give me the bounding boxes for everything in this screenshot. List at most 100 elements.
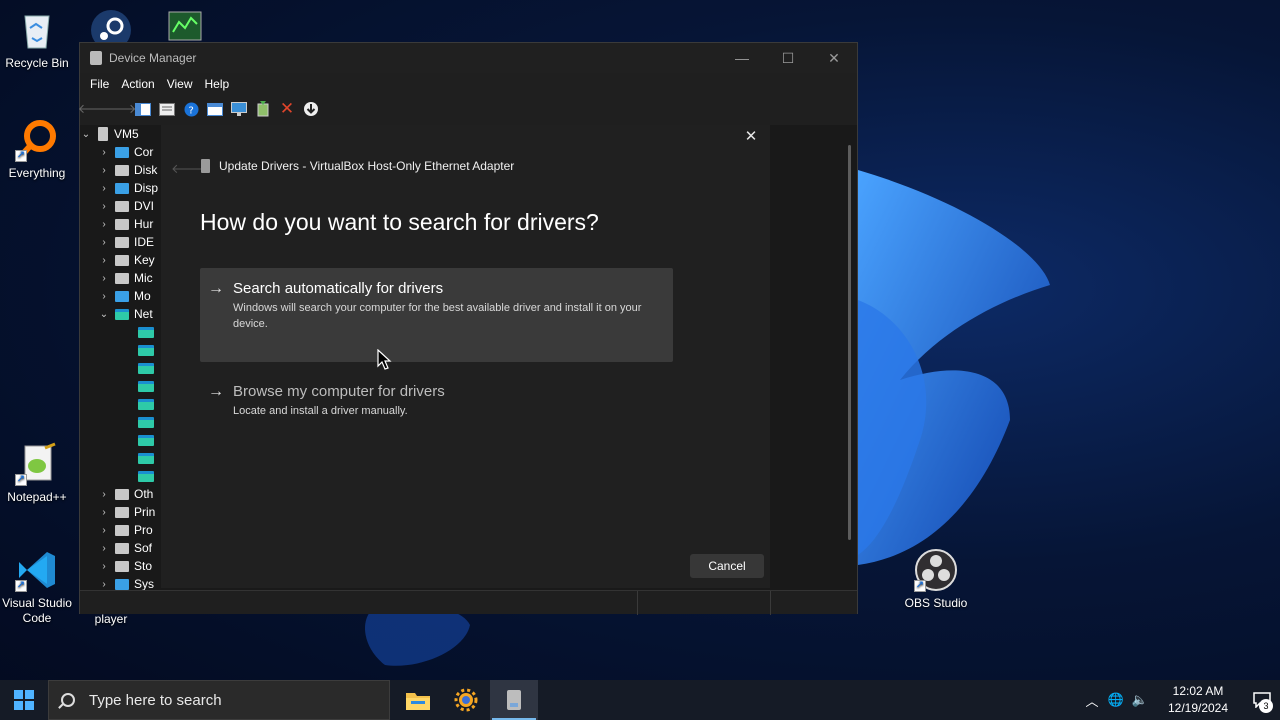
device-tree[interactable]: ⌄ VM5 › Cor › Disk › Disp › DVI › Hur › IDE › Key › Mic… xyxy=(80,125,162,590)
network-adapter-icon xyxy=(138,452,154,464)
vscode-icon: ↗ xyxy=(15,548,59,592)
chevron-right-icon[interactable]: › xyxy=(98,183,110,194)
menu-help[interactable]: Help xyxy=(199,77,236,91)
desktop-icon-obs-studio[interactable]: ↗ OBS Studio xyxy=(899,548,973,611)
tree-item[interactable]: › Sys xyxy=(80,575,162,590)
action-pane-icon[interactable] xyxy=(206,100,224,118)
network-adapter-item[interactable] xyxy=(80,323,162,341)
update-drivers-dialog[interactable]: ✕ 🡐 Update Drivers - VirtualBox Host-Onl… xyxy=(161,125,770,588)
tree-item[interactable]: › Sof xyxy=(80,539,162,557)
taskbar-search-box[interactable]: Type here to search xyxy=(48,680,390,720)
chevron-right-icon[interactable]: › xyxy=(98,237,110,248)
tree-item[interactable]: ⌄ Net xyxy=(80,305,162,323)
network-adapter-item[interactable] xyxy=(80,467,162,485)
desktop-icon-recycle-bin[interactable]: Recycle Bin xyxy=(0,8,74,71)
browse-computer-option[interactable]: → Browse my computer for drivers Locate … xyxy=(200,371,673,431)
device-icon xyxy=(201,159,210,173)
tree-item[interactable]: › Mic xyxy=(80,269,162,287)
tree-item[interactable]: › Mo xyxy=(80,287,162,305)
device-category-icon xyxy=(115,524,129,536)
desktop-icon-label: OBS Studio xyxy=(904,596,968,610)
tree-item-label: Prin xyxy=(134,505,156,519)
show-hide-console-tree-icon[interactable] xyxy=(134,100,152,118)
chevron-right-icon[interactable]: › xyxy=(98,219,110,230)
menu-view[interactable]: View xyxy=(161,77,199,91)
uninstall-device-icon[interactable]: ✕ xyxy=(278,99,296,118)
tree-item[interactable]: › Sto xyxy=(80,557,162,575)
tree-item[interactable]: › IDE xyxy=(80,233,162,251)
volume-muted-icon[interactable]: 🔈 xyxy=(1128,692,1152,708)
chevron-right-icon[interactable]: › xyxy=(98,273,110,284)
shortcut-arrow-icon: ↗ xyxy=(15,150,27,162)
chevron-right-icon[interactable]: › xyxy=(98,507,110,518)
chevron-right-icon[interactable]: › xyxy=(98,525,110,536)
chevron-right-icon[interactable]: › xyxy=(98,291,110,302)
chevron-right-icon[interactable]: › xyxy=(98,489,110,500)
menu-file[interactable]: File xyxy=(84,77,115,91)
title-bar[interactable]: Device Manager — ☐ ✕ xyxy=(80,43,857,73)
search-icon xyxy=(61,693,75,707)
start-button[interactable] xyxy=(0,680,48,720)
scrollbar[interactable] xyxy=(848,145,851,540)
tree-item-label: Sto xyxy=(134,559,153,573)
tree-item[interactable]: › DVI xyxy=(80,197,162,215)
network-adapter-item[interactable] xyxy=(80,413,162,431)
properties-icon[interactable] xyxy=(158,100,176,118)
tree-item[interactable]: › Pro xyxy=(80,521,162,539)
network-globe-icon[interactable]: 🌐 xyxy=(1104,692,1128,708)
desktop-icon-visual-studio-code[interactable]: ↗ Visual Studio Code xyxy=(0,548,74,626)
network-adapter-item[interactable] xyxy=(80,341,162,359)
desktop-icon-everything[interactable]: ↗ Everything xyxy=(0,118,74,181)
network-adapter-item[interactable] xyxy=(80,359,162,377)
clock[interactable]: 12:02 AM 12/19/2024 xyxy=(1158,683,1238,717)
download-icon[interactable] xyxy=(302,100,320,118)
network-adapter-item[interactable] xyxy=(80,377,162,395)
shortcut-arrow-icon: ↗ xyxy=(15,580,27,592)
network-adapter-item[interactable] xyxy=(80,395,162,413)
taskbar-settings-app[interactable] xyxy=(442,680,490,720)
tree-root[interactable]: ⌄ VM5 xyxy=(80,125,162,143)
chevron-right-icon[interactable]: › xyxy=(98,201,110,212)
help-icon[interactable]: ? xyxy=(182,100,200,118)
tree-item[interactable]: › Hur xyxy=(80,215,162,233)
everything-icon: ↗ xyxy=(15,118,59,162)
tree-item[interactable]: › Cor xyxy=(80,143,162,161)
close-button[interactable]: ✕ xyxy=(811,43,857,73)
scan-hardware-icon[interactable] xyxy=(230,100,248,118)
maximize-button[interactable]: ☐ xyxy=(765,43,811,73)
chevron-down-icon[interactable]: ⌄ xyxy=(98,309,110,320)
chevron-right-icon[interactable]: › xyxy=(98,165,110,176)
network-adapter-item[interactable] xyxy=(80,431,162,449)
chevron-up-icon[interactable]: ︿ xyxy=(1080,691,1104,710)
chevron-right-icon[interactable]: › xyxy=(98,255,110,266)
chevron-right-icon[interactable]: › xyxy=(98,543,110,554)
tree-item[interactable]: › Disk xyxy=(80,161,162,179)
menu-action[interactable]: Action xyxy=(115,77,160,91)
search-automatically-option[interactable]: → Search automatically for drivers Windo… xyxy=(200,268,673,362)
network-adapter-icon xyxy=(138,416,154,428)
details-pane xyxy=(850,125,857,590)
notification-center-button[interactable]: 3 xyxy=(1244,680,1280,720)
chevron-right-icon[interactable]: › xyxy=(98,561,110,572)
window-title: Device Manager xyxy=(109,51,197,65)
device-category-icon xyxy=(115,146,129,158)
tree-item[interactable]: › Prin xyxy=(80,503,162,521)
tree-item[interactable]: › Key xyxy=(80,251,162,269)
forward-arrow-icon[interactable]: 🡒 xyxy=(102,100,137,118)
cancel-button[interactable]: Cancel xyxy=(690,554,764,578)
network-adapter-item[interactable] xyxy=(80,449,162,467)
dialog-close-icon[interactable]: ✕ xyxy=(736,125,766,147)
tree-item[interactable]: › Disp xyxy=(80,179,162,197)
desktop-icon-notepad-plus-plus[interactable]: ↗ Notepad++ xyxy=(0,442,74,505)
shortcut-arrow-icon: ↗ xyxy=(15,474,27,486)
tree-item[interactable]: › Oth xyxy=(80,485,162,503)
chevron-down-icon[interactable]: ⌄ xyxy=(80,129,92,140)
update-driver-icon[interactable] xyxy=(254,100,272,118)
device-category-icon xyxy=(115,236,129,248)
taskbar-device-manager[interactable] xyxy=(490,680,538,720)
taskbar-file-explorer[interactable] xyxy=(394,680,442,720)
minimize-button[interactable]: — xyxy=(719,43,765,73)
device-category-icon xyxy=(115,272,129,284)
chevron-right-icon[interactable]: › xyxy=(98,147,110,158)
chevron-right-icon[interactable]: › xyxy=(98,579,110,590)
